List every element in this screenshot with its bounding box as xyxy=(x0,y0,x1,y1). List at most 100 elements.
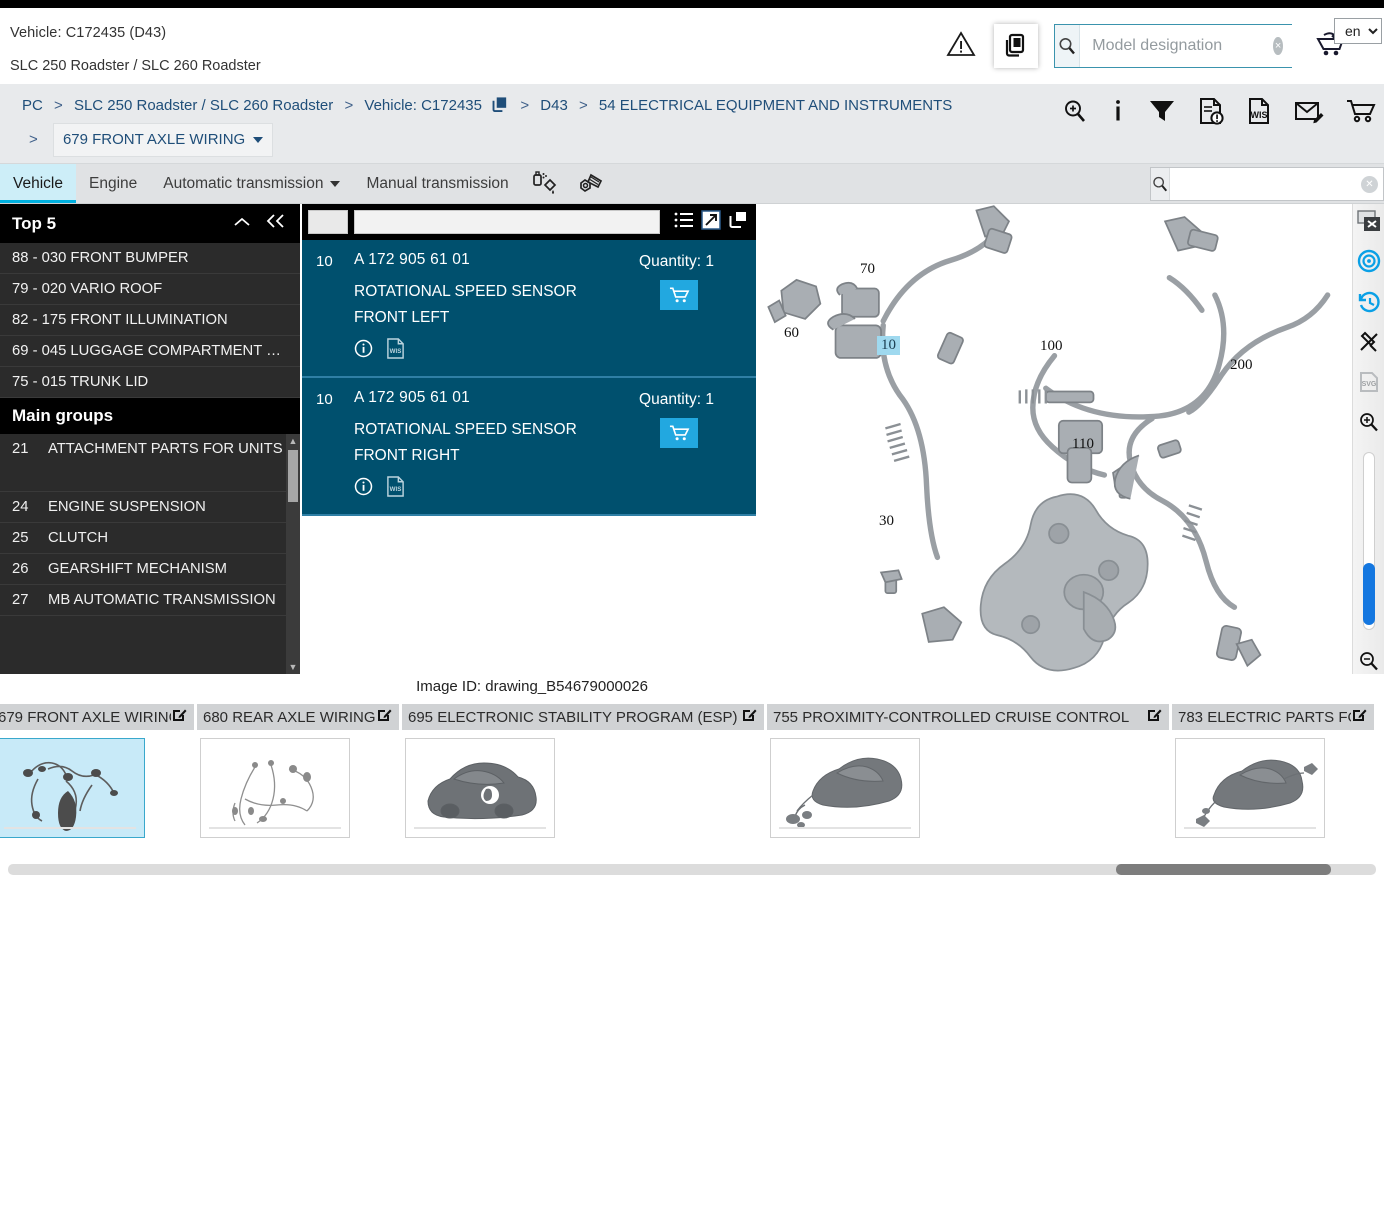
model-search-input[interactable] xyxy=(1080,25,1300,67)
list-view-icon[interactable] xyxy=(674,211,694,234)
shopping-cart-icon[interactable] xyxy=(1346,98,1378,129)
wis-document-icon[interactable]: WIS xyxy=(386,338,405,364)
double-chevron-left-icon[interactable] xyxy=(264,213,286,234)
scrollbar-thumb[interactable] xyxy=(1116,864,1331,875)
svg-export-icon[interactable]: SVG xyxy=(1355,369,1383,395)
main-group-item-21[interactable]: 21 ATTACHMENT PARTS FOR UNITS xyxy=(0,434,300,492)
scroll-down-icon[interactable]: ▼ xyxy=(286,660,300,674)
edit-pencil-icon[interactable] xyxy=(376,707,392,727)
breadcrumb-item-pc[interactable]: PC xyxy=(22,97,43,114)
technical-drawing-panel[interactable]: 70 60 10 100 200 110 30 SVG xyxy=(764,204,1384,674)
zoom-slider[interactable] xyxy=(1362,451,1375,630)
part-row[interactable]: 10 A 172 905 61 01 ROTATIONAL SPEED SENS… xyxy=(302,378,756,516)
main-groups-scrollbar[interactable]: ▲ ▼ xyxy=(286,434,300,674)
thumbnail-label: 680 REAR AXLE WIRING xyxy=(203,708,376,726)
callout-110[interactable]: 110 xyxy=(1072,436,1094,453)
thumbnail-title-695[interactable]: 695 ELECTRONIC STABILITY PROGRAM (ESP) xyxy=(402,704,767,730)
breadcrumb-item-vehicle[interactable]: Vehicle: C172435 xyxy=(364,97,482,114)
thumbnail-title-755[interactable]: 755 PROXIMITY-CONTROLLED CRUISE CONTROL xyxy=(767,704,1172,730)
top5-item-1[interactable]: 79 - 020 VARIO ROOF xyxy=(0,274,300,305)
thumbnail-cell: 679 FRONT AXLE WIRING xyxy=(0,704,197,838)
callout-30[interactable]: 30 xyxy=(879,513,894,530)
zoom-search-icon[interactable] xyxy=(1062,98,1088,129)
callout-200[interactable]: 200 xyxy=(1230,357,1253,374)
thumbnail-title-680[interactable]: 680 REAR AXLE WIRING xyxy=(197,704,402,730)
parts-filter-input[interactable] xyxy=(354,210,660,234)
thumbnail-image-680[interactable] xyxy=(200,738,350,838)
close-window-icon[interactable] xyxy=(1355,208,1383,234)
document-alert-icon[interactable] xyxy=(1198,97,1224,130)
edit-pencil-icon[interactable] xyxy=(1146,707,1162,727)
paint-spray-icon[interactable] xyxy=(522,164,568,203)
info-icon[interactable] xyxy=(1110,98,1126,129)
breadcrumb-item-group54[interactable]: 54 ELECTRICAL EQUIPMENT AND INSTRUMENTS xyxy=(599,97,952,114)
callout-70[interactable]: 70 xyxy=(860,261,875,278)
top5-item-3[interactable]: 69 - 045 LUGGAGE COMPARTMENT C... xyxy=(0,336,300,367)
tab-engine[interactable]: Engine xyxy=(76,164,150,203)
language-select[interactable]: en xyxy=(1334,18,1382,44)
tab-vehicle-label: Vehicle xyxy=(13,174,63,192)
main-group-item-25[interactable]: 25 CLUTCH xyxy=(0,523,300,554)
thumbnail-image-783[interactable] xyxy=(1175,738,1325,838)
wis-document-icon[interactable]: WIS xyxy=(386,476,405,502)
info-circle-icon[interactable] xyxy=(354,339,373,363)
part-row[interactable]: 10 A 172 905 61 01 ROTATIONAL SPEED SENS… xyxy=(302,240,756,378)
top5-item-2[interactable]: 82 - 175 FRONT ILLUMINATION xyxy=(0,305,300,336)
info-circle-icon[interactable] xyxy=(354,477,373,501)
copy-documents-icon[interactable] xyxy=(994,24,1038,68)
warning-triangle-icon[interactable] xyxy=(946,30,976,63)
thumbnail-label: 755 PROXIMITY-CONTROLLED CRUISE CONTROL xyxy=(773,708,1130,726)
breadcrumb-item-model[interactable]: SLC 250 Roadster / SLC 260 Roadster xyxy=(74,97,333,114)
part-quantity: Quantity: 1 xyxy=(639,391,714,408)
wiring-harness-drawing[interactable] xyxy=(764,204,1384,713)
add-to-cart-button[interactable] xyxy=(660,280,698,310)
vehicle-copy-icon[interactable] xyxy=(492,95,509,123)
main-group-item-27[interactable]: 27 MB AUTOMATIC TRANSMISSION xyxy=(0,585,300,616)
tab-automatic-transmission[interactable]: Automatic transmission xyxy=(150,164,353,203)
parts-toolbar-box[interactable] xyxy=(308,210,348,234)
wis-document-icon[interactable]: WIS xyxy=(1246,97,1272,130)
thumbnail-image-679[interactable] xyxy=(0,738,145,838)
svg-text:WIS: WIS xyxy=(390,348,402,355)
zoom-slider-thumb[interactable] xyxy=(1362,562,1375,625)
thumbnail-title-679[interactable]: 679 FRONT AXLE WIRING xyxy=(0,704,197,730)
thumbnail-image-695[interactable] xyxy=(405,738,555,838)
tab-manual-transmission[interactable]: Manual transmission xyxy=(353,164,521,203)
breadcrumb-item-d43[interactable]: D43 xyxy=(540,97,568,114)
top5-item-4[interactable]: 75 - 015 TRUNK LID xyxy=(0,367,300,398)
chevron-up-icon[interactable] xyxy=(232,214,252,234)
email-edit-icon[interactable] xyxy=(1294,98,1324,129)
edit-pencil-icon[interactable] xyxy=(741,707,757,727)
duplicate-window-icon[interactable] xyxy=(728,210,748,235)
main-group-number: 25 xyxy=(12,530,29,546)
target-hotspot-icon[interactable] xyxy=(1355,248,1383,274)
model-search-box[interactable]: × xyxy=(1054,24,1300,68)
tab-vehicle[interactable]: Vehicle xyxy=(0,164,76,203)
main-group-item-24[interactable]: 24 ENGINE SUSPENSION xyxy=(0,492,300,523)
breadcrumb-current-dropdown[interactable]: 679 FRONT AXLE WIRING xyxy=(52,123,274,157)
scroll-up-icon[interactable]: ▲ xyxy=(286,434,300,448)
top5-item-0[interactable]: 88 - 030 FRONT BUMPER xyxy=(0,243,300,274)
expand-arrows-icon[interactable] xyxy=(701,209,721,235)
scrollbar-thumb[interactable] xyxy=(288,450,298,502)
thumbnail-image-755[interactable] xyxy=(770,738,920,838)
add-to-cart-button[interactable] xyxy=(660,418,698,448)
bolt-fastener-icon[interactable] xyxy=(568,164,614,203)
clear-search-icon[interactable]: × xyxy=(1273,37,1283,55)
parts-search-input[interactable] xyxy=(1170,168,1361,200)
thumbnail-horizontal-scrollbar[interactable] xyxy=(8,864,1376,875)
unpin-icon[interactable] xyxy=(1355,329,1383,355)
edit-pencil-icon[interactable] xyxy=(171,707,187,727)
filter-icon[interactable] xyxy=(1148,98,1176,129)
callout-60[interactable]: 60 xyxy=(784,325,799,342)
history-undo-icon[interactable] xyxy=(1355,289,1383,315)
zoom-in-icon[interactable] xyxy=(1355,409,1383,435)
zoom-out-icon[interactable] xyxy=(1355,648,1383,674)
clear-search-icon[interactable]: ✕ xyxy=(1361,175,1378,193)
thumbnail-title-783[interactable]: 783 ELECTRIC PARTS FOR xyxy=(1172,704,1377,730)
parts-search-box[interactable]: ✕ xyxy=(1150,167,1384,201)
callout-100[interactable]: 100 xyxy=(1040,338,1063,355)
main-group-item-26[interactable]: 26 GEARSHIFT MECHANISM xyxy=(0,554,300,585)
callout-10-highlighted[interactable]: 10 xyxy=(877,336,900,355)
edit-pencil-icon[interactable] xyxy=(1351,707,1367,727)
